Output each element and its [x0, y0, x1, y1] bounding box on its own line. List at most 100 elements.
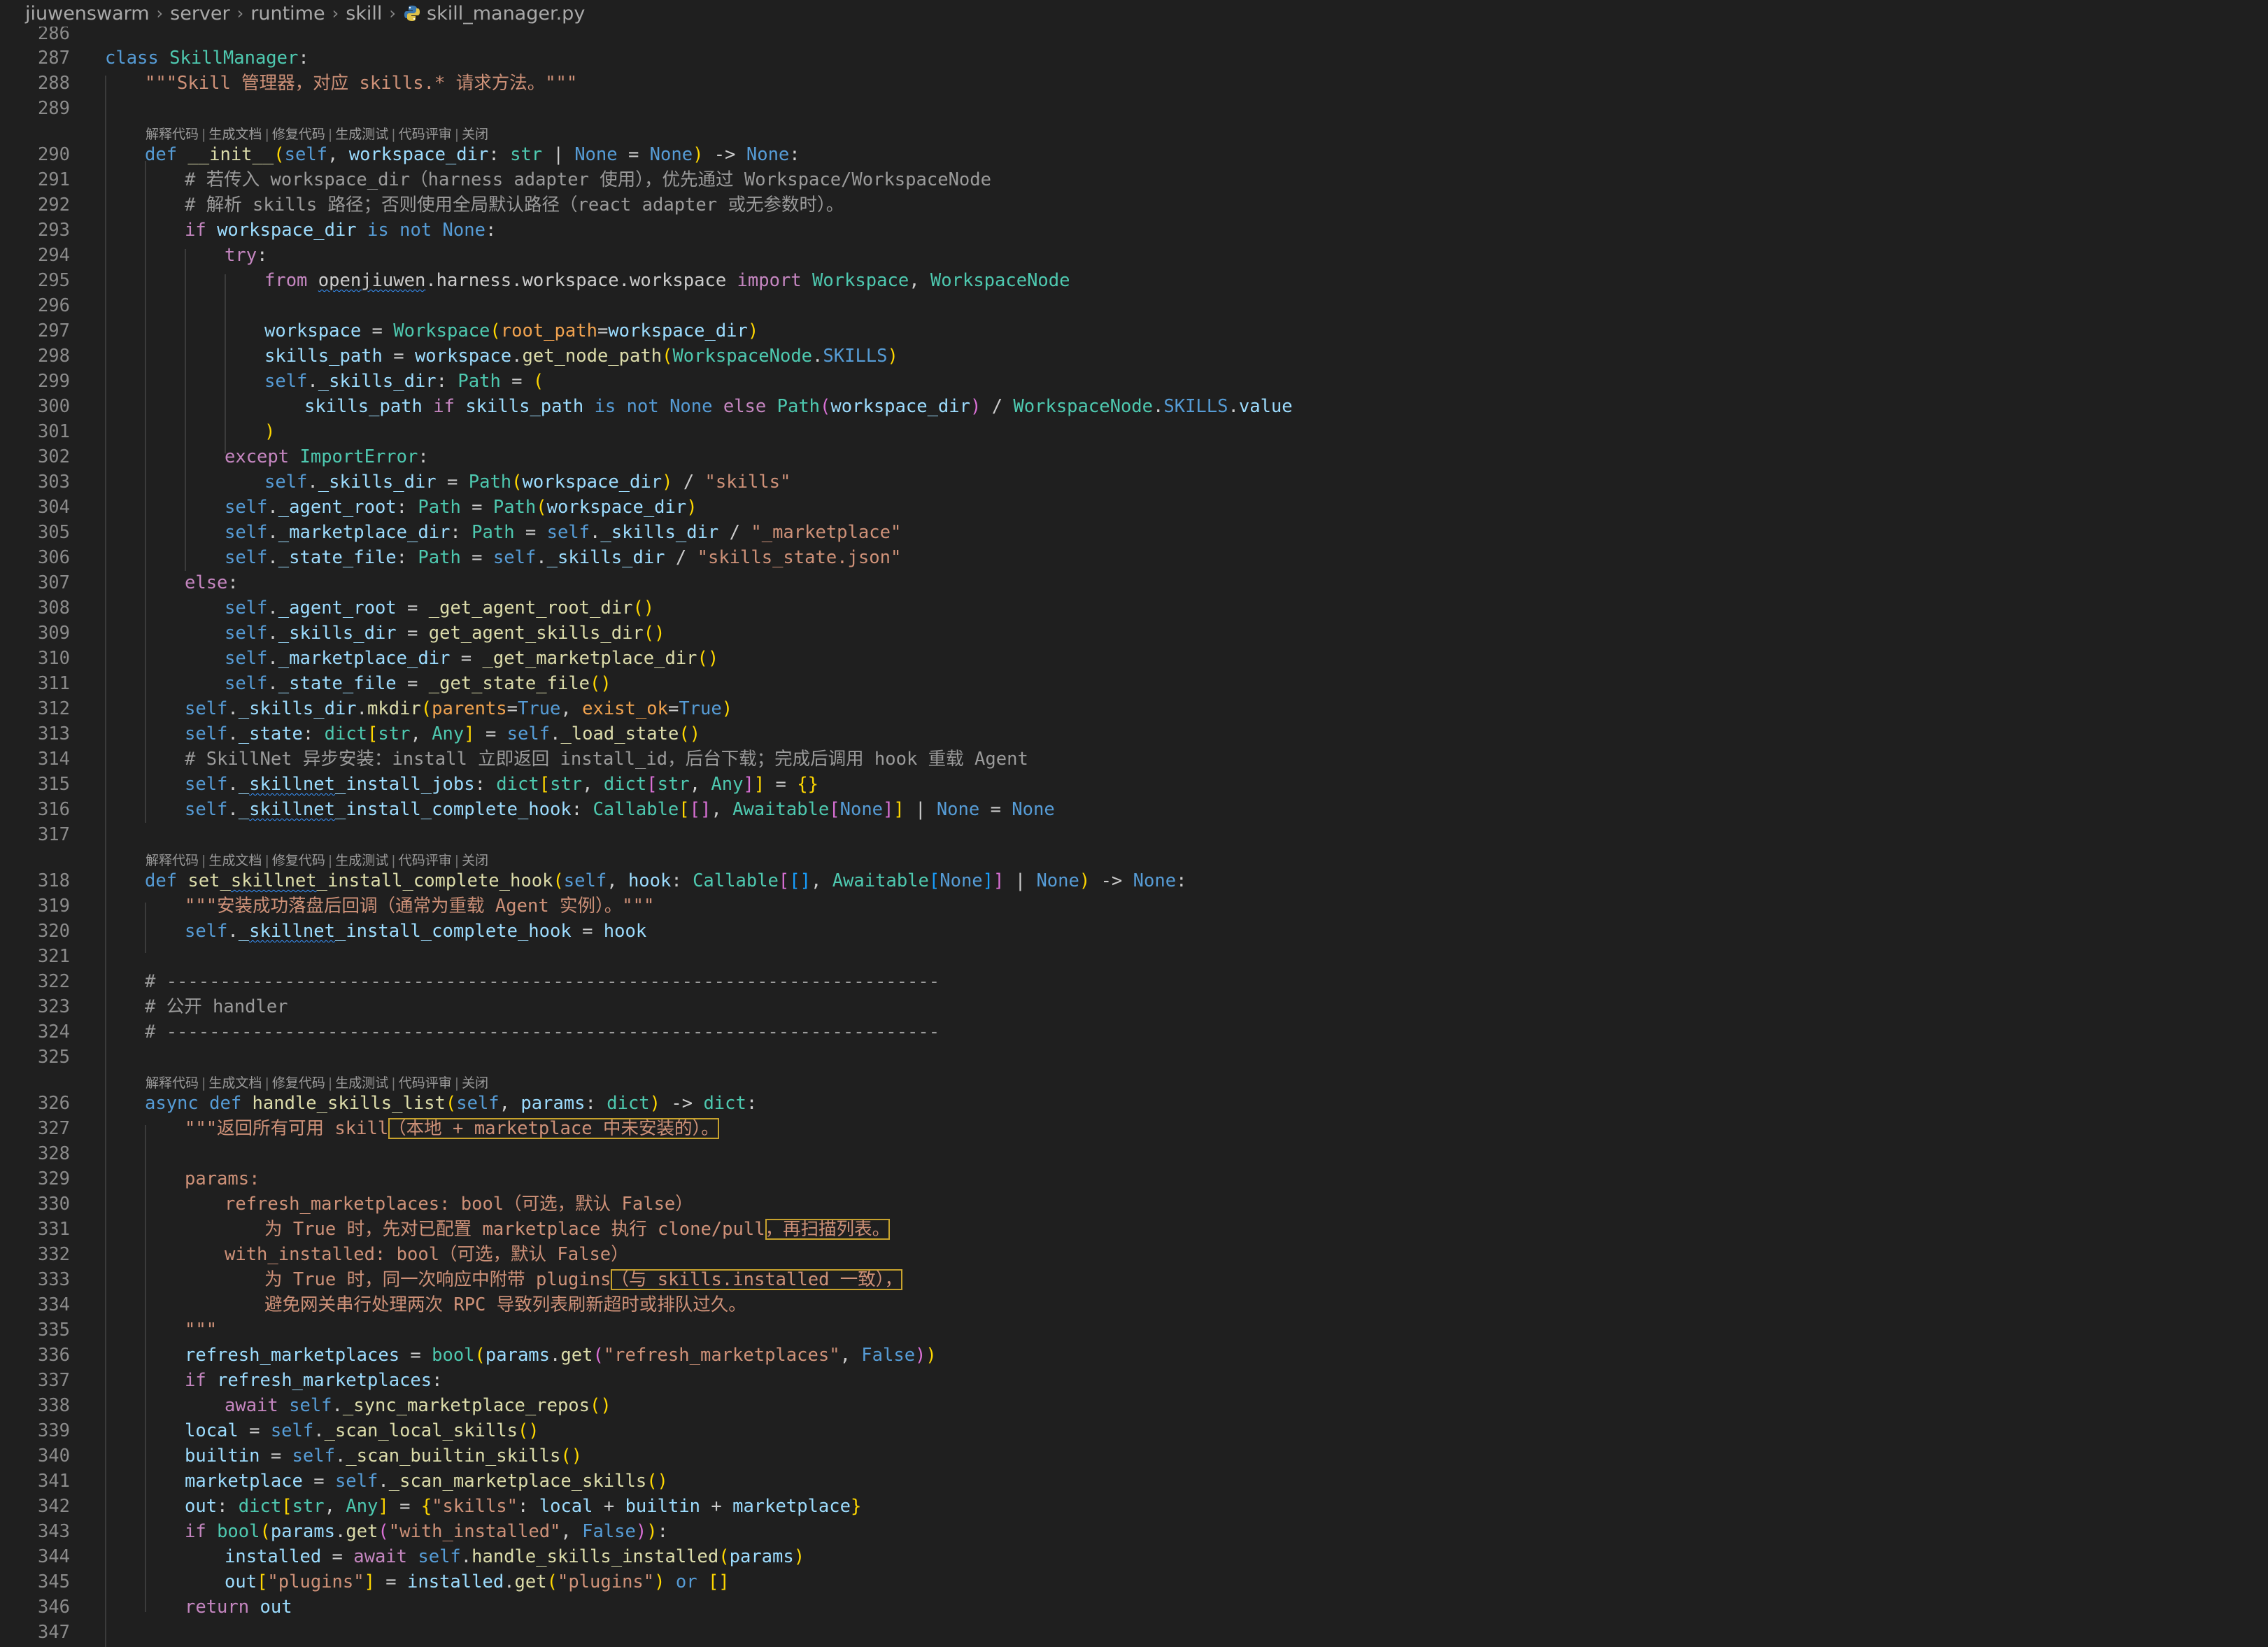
code-line[interactable]: 331 为 True 时，先对已配置 marketplace 执行 clone/p… [0, 1217, 2268, 1242]
line-number: 329 [37, 1168, 70, 1189]
line-number: 323 [37, 996, 70, 1017]
codelens-review[interactable]: 代码评审 [399, 127, 452, 142]
code-line[interactable]: 338 await self._sync_marketplace_repos() [0, 1393, 2268, 1418]
line-number: 334 [37, 1294, 70, 1315]
comment: # 公开 handler [145, 996, 288, 1017]
breadcrumb-item[interactable]: server [170, 3, 229, 24]
code-line[interactable]: 335 """ [0, 1317, 2268, 1343]
code-line[interactable]: 315 self._skillnet_install_jobs: dict[str… [0, 772, 2268, 797]
code-line[interactable]: 332 with_installed: bool（可选，默认 False） [0, 1242, 2268, 1267]
code-line[interactable]: 287 class SkillManager: [0, 45, 2268, 71]
code-line[interactable]: 303 self._skills_dir = Path(workspace_dir… [0, 469, 2268, 495]
code-line[interactable]: 325 [0, 1045, 2268, 1070]
line-number: 296 [37, 295, 70, 316]
line-number: 314 [37, 749, 70, 770]
code-line[interactable]: 342 out: dict[str, Any] = {"skills": loca… [0, 1494, 2268, 1519]
code-line[interactable]: 346 return out [0, 1595, 2268, 1620]
codelens-review[interactable]: 代码评审 [399, 853, 452, 868]
line-number: 324 [37, 1022, 70, 1042]
code-line[interactable]: 306 self._state_file: Path = self._skills… [0, 545, 2268, 570]
codelens-fix[interactable]: 修复代码 [272, 853, 325, 868]
breadcrumb-item[interactable]: jiuwenswarm [25, 3, 150, 24]
code-line[interactable]: 291 # 若传入 workspace_dir（harness adapter 使… [0, 167, 2268, 192]
codelens-docs[interactable]: 生成文档 [208, 1075, 262, 1091]
code-line[interactable]: 345 out["plugins"] = installed.get("plugi… [0, 1569, 2268, 1595]
code-line[interactable]: 312 self._skills_dir.mkdir(parents=True, … [0, 696, 2268, 721]
code-line[interactable]: 307 else: [0, 570, 2268, 595]
code-line[interactable]: 296 [0, 293, 2268, 318]
codelens-explain[interactable]: 解释代码 [146, 1075, 199, 1091]
code-line[interactable]: 294 try: [0, 243, 2268, 268]
code-line[interactable]: 289 [0, 96, 2268, 121]
code-line[interactable]: 336 refresh_marketplaces = bool(params.ge… [0, 1343, 2268, 1368]
code-line[interactable]: 347 [0, 1620, 2268, 1645]
line-number: 326 [37, 1093, 70, 1114]
breadcrumb-item[interactable]: runtime [250, 3, 325, 24]
code-line[interactable]: 322 # -----------------------------------… [0, 969, 2268, 994]
code-line[interactable]: 295 from openjiuwen.harness.workspace.wor… [0, 268, 2268, 293]
code-line[interactable]: 293 if workspace_dir is not None: [0, 218, 2268, 243]
code-line[interactable]: 316 self._skillnet_install_complete_hook:… [0, 797, 2268, 822]
code-line[interactable]: 305 self._marketplace_dir: Path = self._s… [0, 520, 2268, 545]
code-line[interactable]: 344 installed = await self.handle_skills_… [0, 1544, 2268, 1569]
codelens-docs[interactable]: 生成文档 [208, 127, 262, 142]
codelens-review[interactable]: 代码评审 [399, 1075, 452, 1091]
codelens-explain[interactable]: 解释代码 [146, 127, 199, 142]
line-number: 333 [37, 1269, 70, 1290]
code-line[interactable]: 341 marketplace = self._scan_marketplace_… [0, 1469, 2268, 1494]
code-line[interactable]: 333 为 True 时，同一次响应中附带 plugins（与 skills.in… [0, 1267, 2268, 1292]
codelens-close[interactable]: 关闭 [462, 127, 488, 142]
line-number: 307 [37, 572, 70, 593]
code-line[interactable]: 301) [0, 419, 2268, 444]
code-line[interactable]: 300 skills_path if skills_path is not Non… [0, 394, 2268, 419]
code-line[interactable]: 311 self._state_file = _get_state_file() [0, 671, 2268, 696]
codelens-test[interactable]: 生成测试 [335, 853, 388, 868]
code-line[interactable]: 313 self._state: dict[str, Any] = self._l… [0, 721, 2268, 747]
code-line[interactable]: 324 # -----------------------------------… [0, 1019, 2268, 1045]
codelens-docs[interactable]: 生成文档 [208, 853, 262, 868]
breadcrumb-item[interactable]: skill [346, 3, 382, 24]
code-line[interactable]: 297 workspace = Workspace(root_path=works… [0, 318, 2268, 344]
code-line[interactable]: 339 local = self._scan_local_skills() [0, 1418, 2268, 1443]
code-line[interactable]: 321 [0, 944, 2268, 969]
code-line[interactable]: 343 if bool(params.get("with_installed", … [0, 1519, 2268, 1544]
line-number: 347 [37, 1622, 70, 1643]
code-line[interactable]: 320 self._skillnet_install_complete_hook … [0, 919, 2268, 944]
code-line[interactable]: 326 async def handle_skills_list(self, pa… [0, 1091, 2268, 1116]
code-line[interactable]: 328 [0, 1141, 2268, 1166]
code-line[interactable]: 319 """安装成功落盘后回调（通常为重载 Agent 实例）。""" [0, 893, 2268, 919]
code-line[interactable]: 330 refresh_marketplaces: bool（可选，默认 Fals… [0, 1192, 2268, 1217]
codelens-fix[interactable]: 修复代码 [272, 127, 325, 142]
code-line[interactable]: 309 self._skills_dir = get_agent_skills_d… [0, 621, 2268, 646]
code-editor[interactable]: 286 287 class SkillManager: 288 """Skill 管… [0, 0, 2268, 1647]
code-line[interactable]: 304 self._agent_root: Path = Path(workspa… [0, 495, 2268, 520]
code-line[interactable]: 290 def __init__(self, workspace_dir: str… [0, 142, 2268, 167]
code-line[interactable]: 318 def set_skillnet_install_complete_hoo… [0, 868, 2268, 893]
code-line[interactable]: 327 """返回所有可用 skill（本地 + marketplace 中未安装… [0, 1116, 2268, 1141]
code-line[interactable]: 288 """Skill 管理器，对应 skills.* 请求方法。""" [0, 71, 2268, 96]
code-line[interactable]: 329 params: [0, 1166, 2268, 1192]
code-line[interactable]: 310 self._marketplace_dir = _get_marketpl… [0, 646, 2268, 671]
codelens-fix[interactable]: 修复代码 [272, 1075, 325, 1091]
codelens-close[interactable]: 关闭 [462, 1075, 488, 1091]
code-line[interactable]: 340 builtin = self._scan_builtin_skills() [0, 1443, 2268, 1469]
codelens-test[interactable]: 生成测试 [335, 1075, 388, 1091]
codelens-test[interactable]: 生成测试 [335, 127, 388, 142]
code-line[interactable]: 317 [0, 822, 2268, 847]
code-line[interactable]: 302 except ImportError: [0, 444, 2268, 469]
code-line[interactable]: 323 # 公开 handler [0, 994, 2268, 1019]
code-line[interactable]: 299 self._skills_dir: Path = ( [0, 369, 2268, 394]
line-number: 294 [37, 245, 70, 266]
codelens-explain[interactable]: 解释代码 [146, 853, 199, 868]
docstring: params: [185, 1168, 260, 1189]
codelens-close[interactable]: 关闭 [462, 853, 488, 868]
breadcrumb-file[interactable]: skill_manager.py [427, 3, 585, 24]
code-line[interactable]: 337 if refresh_marketplaces: [0, 1368, 2268, 1393]
code-line[interactable]: 314 # SkillNet 异步安装：install 立即返回 install_… [0, 747, 2268, 772]
code-line[interactable]: 298 skills_path = workspace.get_node_path… [0, 344, 2268, 369]
code-line[interactable]: 334 避免网关串行处理两次 RPC 导致列表刷新超时或排队过久。 [0, 1292, 2268, 1317]
code-line[interactable]: 292 # 解析 skills 路径；否则使用全局默认路径（react adapt… [0, 192, 2268, 218]
code-line[interactable]: 308 self._agent_root = _get_agent_root_di… [0, 595, 2268, 621]
chevron-right-icon: › [156, 3, 164, 23]
comment: # --------------------------------------… [145, 971, 940, 992]
